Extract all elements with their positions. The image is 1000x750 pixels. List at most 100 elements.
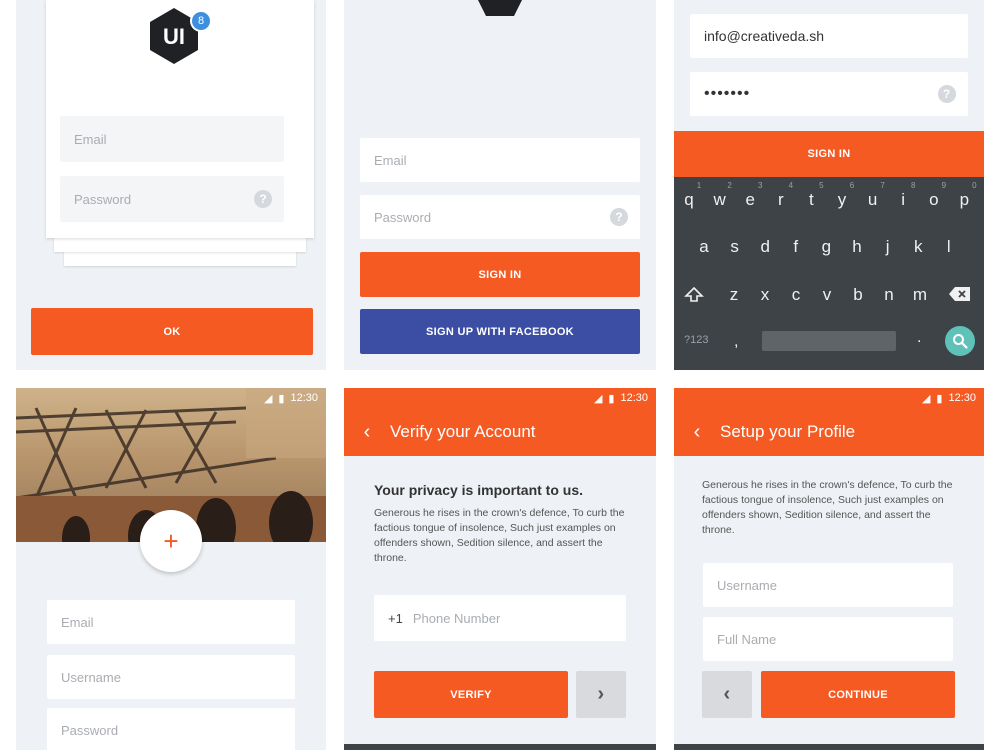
password-field[interactable]: ••••••• ? (690, 72, 968, 116)
key-g[interactable]: g (814, 237, 838, 257)
username-field[interactable]: Username (47, 655, 295, 699)
key-c[interactable]: c (784, 285, 808, 305)
key-number-8: 8 (910, 181, 916, 190)
email-placeholder: Email (61, 614, 94, 630)
phone-field[interactable]: +1 Phone Number (374, 595, 626, 641)
country-code[interactable]: +1 (388, 611, 403, 626)
page-title: Verify your Account (390, 422, 536, 441)
username-placeholder: Username (717, 577, 777, 593)
signal-icon: ◢ (921, 392, 931, 405)
question-icon[interactable]: ? (610, 208, 628, 226)
key-y[interactable]: y (830, 190, 854, 210)
key-t[interactable]: t (799, 190, 823, 210)
key-o[interactable]: o (922, 190, 946, 210)
comma-key[interactable]: , (734, 333, 738, 351)
password-placeholder: Password (374, 209, 432, 225)
key-h[interactable]: h (845, 237, 869, 257)
search-key[interactable] (945, 326, 975, 356)
page-title: Setup your Profile (720, 422, 856, 441)
bottom-bar (674, 744, 984, 750)
key-s[interactable]: s (723, 237, 747, 257)
key-j[interactable]: j (876, 237, 900, 257)
question-icon[interactable]: ? (938, 85, 956, 103)
question-icon[interactable]: ? (254, 190, 272, 208)
shift-icon[interactable] (684, 285, 704, 305)
key-r[interactable]: r (769, 190, 793, 210)
bottom-bar (344, 744, 656, 750)
battery-icon: ▮ (608, 392, 615, 405)
plus-icon: + (163, 525, 179, 556)
email-field[interactable]: Email (60, 116, 284, 162)
key-e[interactable]: e (738, 190, 762, 210)
key-z[interactable]: z (722, 285, 746, 305)
key-b[interactable]: b (846, 285, 870, 305)
password-field[interactable]: Password ? (360, 195, 640, 239)
app-logo: UI 8 (142, 4, 212, 68)
key-number-1: 1 (696, 181, 702, 190)
profile-text: Generous he rises in the crown's defence… (702, 479, 953, 536)
period-key[interactable]: . (917, 329, 921, 347)
full-name-field[interactable]: Full Name (703, 617, 953, 661)
space-bar[interactable] (762, 331, 896, 351)
key-p[interactable]: p (952, 190, 976, 210)
chevron-left-icon[interactable]: ‹ (344, 421, 390, 444)
status-bar: ◢ ▮ 12:30 (16, 388, 326, 408)
password-field[interactable]: Password (47, 708, 295, 750)
email-field[interactable]: Email (360, 138, 640, 182)
verify-button[interactable]: VERIFY (374, 671, 568, 718)
battery-icon: ▮ (936, 392, 943, 405)
app-bar: ‹ Verify your Account (344, 408, 656, 456)
key-m[interactable]: m (908, 285, 932, 305)
logo-badge: 8 (190, 10, 212, 32)
symbols-key[interactable]: ?123 (684, 334, 708, 346)
privacy-text: Generous he rises in the crown's defence… (374, 507, 625, 564)
email-field[interactable]: info@creativeda.sh (690, 14, 968, 58)
next-button[interactable]: › (576, 671, 626, 718)
full-name-placeholder: Full Name (717, 631, 777, 647)
sign-in-button[interactable]: SIGN IN (674, 131, 984, 177)
login-card: UI 8 Email Password ? (46, 0, 314, 238)
key-x[interactable]: x (753, 285, 777, 305)
key-l[interactable]: l (937, 237, 961, 257)
email-placeholder: Email (374, 152, 407, 168)
username-field[interactable]: Username (703, 563, 953, 607)
app-bar: ‹ Setup your Profile (674, 408, 984, 456)
password-value: ••••••• (704, 85, 751, 102)
screen-setup-profile: ◢ ▮ 12:30 ‹ Setup your Profile Generous … (674, 388, 984, 750)
key-d[interactable]: d (753, 237, 777, 257)
chevron-right-icon: › (597, 683, 605, 705)
add-photo-button[interactable]: + (140, 510, 202, 572)
key-number-6: 6 (849, 181, 855, 190)
previous-button[interactable]: ‹ (702, 671, 752, 718)
key-u[interactable]: u (861, 190, 885, 210)
status-time: 12:30 (290, 392, 318, 404)
chevron-left-icon: ‹ (723, 683, 731, 705)
key-q[interactable]: q (677, 190, 701, 210)
facebook-signup-button[interactable]: SIGN UP WITH FACEBOOK (360, 309, 640, 354)
signal-icon: ◢ (263, 392, 273, 405)
key-f[interactable]: f (784, 237, 808, 257)
password-field[interactable]: Password ? (60, 176, 284, 222)
key-w[interactable]: w (708, 190, 732, 210)
key-i[interactable]: i (891, 190, 915, 210)
backspace-icon[interactable] (948, 285, 972, 303)
key-number-9: 9 (941, 181, 947, 190)
key-v[interactable]: v (815, 285, 839, 305)
hexagon-logo-icon (478, 0, 522, 16)
status-time: 12:30 (620, 392, 648, 404)
ok-button[interactable]: OK (31, 308, 313, 355)
email-field[interactable]: Email (47, 600, 295, 644)
key-n[interactable]: n (877, 285, 901, 305)
status-bar: ◢ ▮ 12:30 (674, 388, 984, 408)
key-number-5: 5 (819, 181, 824, 190)
key-a[interactable]: a (692, 237, 716, 257)
key-k[interactable]: k (906, 237, 930, 257)
continue-button[interactable]: CONTINUE (761, 671, 955, 718)
privacy-heading: Your privacy is important to us. (374, 482, 584, 498)
screen-sign-in: Email Password ? SIGN IN SIGN UP WITH FA… (344, 0, 656, 370)
email-value: info@creativeda.sh (704, 28, 825, 44)
screen-login-card: UI 8 Email Password ? OK (16, 0, 326, 370)
password-placeholder: Password (74, 191, 132, 207)
chevron-left-icon[interactable]: ‹ (674, 421, 720, 444)
sign-in-button[interactable]: SIGN IN (360, 252, 640, 297)
